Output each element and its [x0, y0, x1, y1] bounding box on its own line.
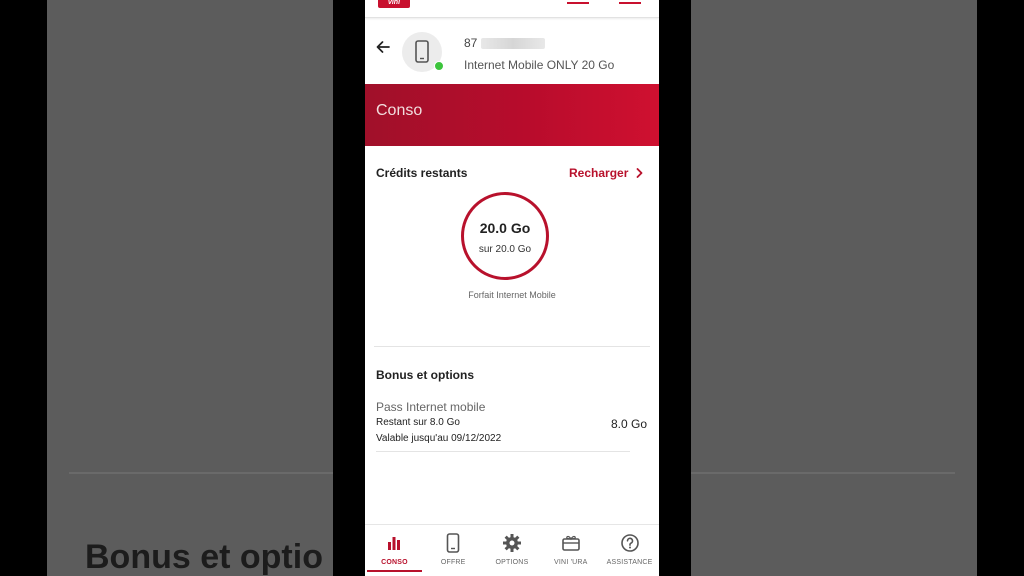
recharger-link[interactable]: Recharger: [569, 166, 643, 180]
section-divider: [374, 346, 650, 347]
credit-gauge: 20.0 Go sur 20.0 Go: [461, 192, 549, 280]
back-arrow-icon[interactable]: [374, 38, 392, 56]
nav-label: CONSO: [381, 559, 408, 566]
nav-label: OPTIONS: [495, 559, 529, 566]
background-heading: Bonus et optio: [85, 538, 323, 576]
option-divider: [376, 451, 630, 452]
forfait-caption: Forfait Internet Mobile: [468, 290, 556, 300]
nav-item-vini-ura[interactable]: VINI 'URA: [541, 525, 600, 576]
chevron-right-icon: [636, 168, 643, 178]
nav-item-assistance[interactable]: ASSISTANCE: [600, 525, 659, 576]
account-icon[interactable]: [567, 0, 589, 4]
nav-item-offre[interactable]: OFFRE: [424, 525, 483, 576]
line-number-prefix: 87: [464, 36, 478, 50]
app-topbar: vini: [365, 0, 659, 18]
gauge-total: sur 20.0 Go: [478, 244, 532, 255]
option-name: Pass Internet mobile: [376, 400, 486, 414]
online-status-dot: [434, 61, 444, 71]
gear-icon: [501, 532, 523, 554]
smartphone-icon: [442, 532, 464, 554]
bottom-nav: CONSO OFFRE OPTIONS VINI 'URA ASSISTANCE: [365, 524, 659, 576]
gift-card-icon: [560, 532, 582, 554]
menu-icon[interactable]: [619, 0, 641, 4]
option-remaining: Restant sur 8.0 Go: [376, 417, 460, 428]
line-number: 87: [464, 36, 546, 50]
nav-label: VINI 'URA: [554, 559, 588, 566]
nav-item-options[interactable]: OPTIONS: [483, 525, 542, 576]
option-validity: Valable jusqu'au 09/12/2022: [376, 433, 502, 444]
bar-chart-icon: [383, 532, 405, 554]
line-header: 87 Internet Mobile ONLY 20 Go: [365, 24, 659, 84]
vini-logo[interactable]: vini: [378, 0, 410, 8]
recharger-label: Recharger: [569, 166, 629, 180]
phone-screen: vini 87 Internet Mobile ONLY 20 Go Conso…: [365, 0, 659, 576]
plan-name: Internet Mobile ONLY 20 Go: [464, 58, 615, 72]
nav-label: ASSISTANCE: [606, 559, 653, 566]
help-circle-icon: [619, 532, 641, 554]
video-frame: Bonus et optio vini 87 Internet Mobile O…: [0, 0, 1024, 576]
conso-banner: Conso: [365, 84, 659, 146]
line-number-redacted: [481, 37, 546, 49]
gauge-value: 20.0 Go: [479, 220, 531, 236]
credits-title: Crédits restants: [376, 166, 468, 180]
nav-item-conso[interactable]: CONSO: [365, 525, 424, 576]
option-amount: 8.0 Go: [610, 417, 647, 431]
nav-label: OFFRE: [440, 559, 466, 566]
bonus-title: Bonus et options: [376, 368, 474, 382]
smartphone-icon: [415, 40, 429, 63]
banner-title: Conso: [376, 102, 423, 119]
